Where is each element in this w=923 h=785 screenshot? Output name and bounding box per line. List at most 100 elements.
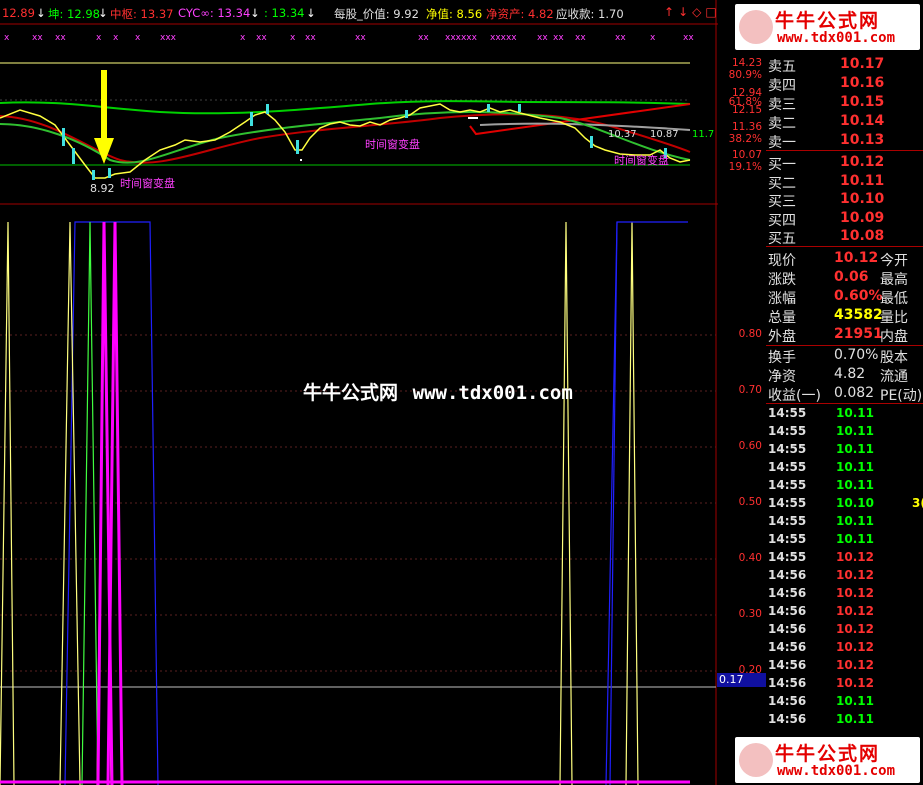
stat-row[interactable]: 涨幅 0.60% 最低	[766, 288, 923, 307]
header-item: 净值: 8.56	[426, 7, 483, 21]
down-arrow-icon: ↓	[250, 6, 260, 20]
order-label: 卖四	[768, 78, 796, 94]
tick-row[interactable]: 14:55 10.11	[766, 532, 923, 550]
diamond-icon[interactable]: ◇	[692, 5, 705, 19]
svg-text:xxxxx: xxxxx	[490, 33, 517, 43]
tick-time: 14:56	[768, 568, 807, 582]
tick-row[interactable]: 14:56 10.12	[766, 568, 923, 586]
buy-level[interactable]: 买四 10.09	[766, 209, 923, 229]
stat-row[interactable]: 净资 4.82 流通	[766, 366, 923, 385]
sell-level[interactable]: 卖三 10.15	[766, 94, 923, 113]
tick-time: 14:56	[768, 676, 807, 690]
order-price: 10.14	[840, 113, 885, 129]
arrow-down-icon[interactable]: ↓	[678, 5, 692, 19]
order-price: 10.17	[840, 56, 885, 72]
site-logo-top[interactable]: 牛牛公式网 www.tdx001.com	[735, 4, 920, 50]
stat-label: 涨幅	[768, 291, 796, 307]
tick-row[interactable]: 14:56 10.12	[766, 640, 923, 658]
order-label: 买五	[768, 231, 796, 247]
stat-value: 0.60%	[834, 288, 883, 304]
tick-price: 10.11	[836, 478, 874, 492]
tick-row[interactable]: 14:56 10.12	[766, 604, 923, 622]
site-logo-bottom[interactable]: 牛牛公式网 www.tdx001.com	[735, 737, 920, 783]
stat-row[interactable]: 涨跌 0.06 最高	[766, 269, 923, 288]
tick-price: 10.12	[836, 676, 874, 690]
watermark-url: www.tdx001.com	[412, 382, 573, 404]
stat-label: 收益(一)	[768, 388, 821, 404]
stat-row[interactable]: 收益(一) 0.082 PE(动)	[766, 385, 923, 404]
stat-row[interactable]: 现价 10.12 今开	[766, 250, 923, 269]
cow-logo-icon	[739, 10, 773, 44]
buy-level[interactable]: 买五 10.08	[766, 228, 923, 247]
indicator-header: 12.89 ↓ 坤: 12.98 ↓ 中枢: 13.37 CYC∞: 13.34 ↓: 13…	[0, 6, 718, 22]
tick-row[interactable]: 14:55 10.12	[766, 550, 923, 568]
svg-text:xx: xx	[537, 33, 548, 43]
stat-row[interactable]: 换手 0.70% 股本	[766, 347, 923, 366]
tick-time: 14:56	[768, 604, 807, 618]
buy-level[interactable]: 买一 10.12	[766, 154, 923, 173]
level-label-b: 10.87	[650, 129, 679, 140]
tick-row[interactable]: 14:55 10.11	[766, 442, 923, 460]
svg-text:xx: xx	[256, 33, 267, 43]
svg-text:xxx: xxx	[160, 33, 177, 43]
tick-row[interactable]: 14:55 10.11	[766, 478, 923, 496]
tick-row[interactable]: 14:56 10.11	[766, 712, 923, 730]
order-price: 10.09	[840, 209, 885, 226]
sell-level[interactable]: 卖一 10.13	[766, 132, 923, 151]
down-arrow-icon: ↓	[36, 6, 46, 20]
svg-text:x: x	[290, 33, 296, 43]
sell-level[interactable]: 卖四 10.16	[766, 75, 923, 94]
tick-time: 14:56	[768, 658, 807, 672]
price-axis-label: 80.9%	[728, 69, 762, 81]
tick-row[interactable]: 14:56 10.12	[766, 622, 923, 640]
svg-text:xx: xx	[305, 33, 316, 43]
stat-label: 现价	[768, 253, 796, 269]
stat-row[interactable]: 外盘 21951 内盘	[766, 326, 923, 345]
tick-row[interactable]: 14:56 10.12	[766, 586, 923, 604]
watermark-name: 牛牛公式网	[303, 382, 399, 404]
sell-level[interactable]: 卖二 10.14	[766, 113, 923, 132]
tick-row[interactable]: 14:56 10.12	[766, 658, 923, 676]
indicator-current-value: 0.17	[717, 673, 766, 687]
tick-volume: 3(	[912, 496, 923, 510]
arrow-up-icon[interactable]: ↑	[664, 5, 678, 19]
tick-row[interactable]: 14:56 10.12	[766, 676, 923, 694]
tick-time: 14:55	[768, 496, 807, 510]
watermark: 牛牛公式网 www.tdx001.com	[303, 378, 573, 405]
buy-level[interactable]: 买二 10.11	[766, 173, 923, 192]
tick-row[interactable]: 14:55 10.11	[766, 460, 923, 478]
indicator-axis-label: 0.30	[738, 608, 762, 620]
time-window-label-1: 时间窗变盘	[120, 176, 175, 190]
level-label-a: 10.37	[608, 129, 637, 140]
order-price: 10.08	[840, 228, 885, 244]
svg-text:xxxxxx: xxxxxx	[445, 33, 478, 43]
stat-label: 总量	[768, 310, 796, 326]
tick-row[interactable]: 14:55 10.11	[766, 424, 923, 442]
price-axis-label: 19.1%	[728, 161, 762, 173]
down-arrow-icon: ↓	[306, 6, 316, 20]
buy-level[interactable]: 买三 10.10	[766, 191, 923, 210]
stat-value: 0.70%	[834, 347, 879, 363]
tick-price: 10.12	[836, 568, 874, 582]
order-label: 卖一	[768, 135, 796, 151]
order-label: 买三	[768, 194, 796, 210]
stat-row[interactable]: 总量 43582 量比	[766, 307, 923, 326]
svg-text:x: x	[113, 33, 119, 43]
tick-row[interactable]: 14:55 10.10 3(	[766, 496, 923, 514]
order-price: 10.12	[840, 154, 885, 170]
stat-label-2: 流通	[880, 369, 908, 385]
svg-text:x: x	[135, 33, 141, 43]
stat-value: 4.82	[834, 366, 866, 382]
svg-text:x: x	[4, 33, 10, 43]
svg-text:xx: xx	[355, 33, 366, 43]
header-item: CYC∞: 13.34	[178, 6, 251, 20]
tick-row[interactable]: 14:56 10.11	[766, 694, 923, 712]
sell-level[interactable]: 卖五 10.17	[766, 56, 923, 75]
price-axis-label: 12.15	[731, 104, 762, 116]
svg-text:x: x	[240, 33, 246, 43]
tick-row[interactable]: 14:55 10.11	[766, 514, 923, 532]
tick-time: 14:56	[768, 712, 807, 726]
tick-row[interactable]: 14:55 10.11	[766, 406, 923, 424]
header-right-icons[interactable]: ↑↓◇□	[664, 5, 721, 19]
tick-time: 14:56	[768, 694, 807, 708]
